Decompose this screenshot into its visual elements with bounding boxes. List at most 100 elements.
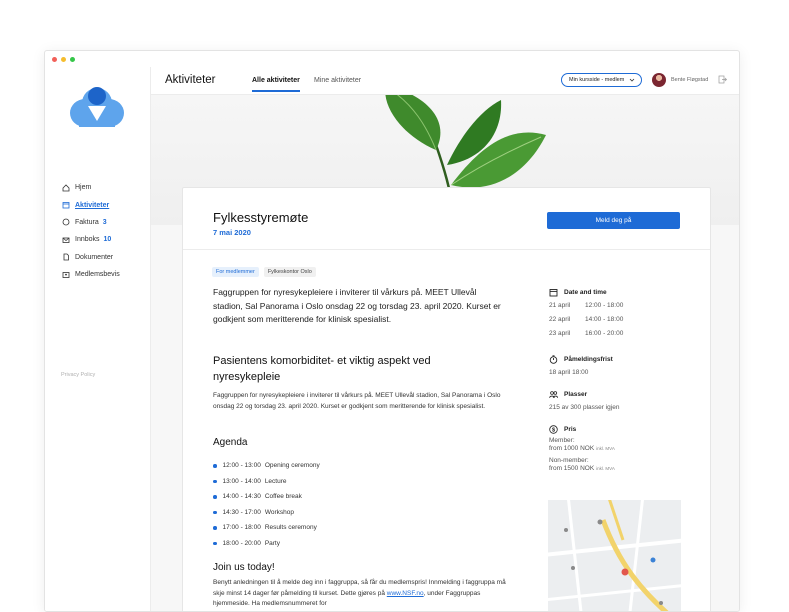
- seats-value: 215 av 300 plasser igjen: [549, 404, 620, 411]
- date-row: 23 april 16:00 - 20:00: [549, 330, 623, 337]
- page-title: Aktiviteter: [165, 74, 216, 86]
- agenda-label: Results ceremony: [264, 524, 317, 532]
- bullet-icon: [213, 464, 217, 468]
- chevron-down-icon: [629, 78, 635, 82]
- event-tags: For medlemmer Fylkeskontor Oslo: [212, 267, 316, 277]
- date-time-section: Date and time 21 april 12:00 - 18:00 22 a…: [549, 287, 623, 338]
- nonmember-price: from 1500 NOK: [549, 465, 595, 472]
- window-titlebar: [45, 51, 739, 67]
- member-label: Member:: [549, 437, 575, 444]
- price-title: Pris: [564, 425, 577, 433]
- card-divider: [183, 249, 710, 250]
- sidebar-item-label: Hjem: [75, 184, 92, 192]
- bullet-icon: [213, 510, 217, 514]
- sidebar-item-label: Faktura: [75, 218, 99, 226]
- bullet-icon: [213, 479, 217, 483]
- calendar-icon: [549, 288, 558, 297]
- agenda-title: Agenda: [213, 437, 248, 448]
- deadline-value: 18 april 18:00: [549, 369, 589, 376]
- app-window: Hjem Aktiviteter Faktura 3 Innboks 10 Do…: [44, 50, 740, 612]
- sidebar-item-dokumenter[interactable]: Dokumenter: [62, 249, 150, 266]
- date-row: 22 april 14:00 - 18:00: [549, 316, 623, 323]
- course-select-value: Min kursside - medlem: [569, 77, 625, 83]
- agenda-item: 12:00 - 13:00 Opening ceremony: [213, 458, 320, 474]
- event-paragraph: Faggruppen for nyresykepleiere i inviter…: [213, 392, 501, 410]
- sidebar-item-label: Aktiviteter: [75, 201, 110, 209]
- join-title: Join us today!: [213, 562, 275, 573]
- user-name: Bente Fløgstad: [671, 77, 709, 83]
- member-price: from 1000 NOK: [549, 445, 595, 452]
- vat-note: inkl. MVA: [596, 446, 615, 451]
- svg-text:$: $: [552, 427, 555, 433]
- event-date: 7 mai 2020: [213, 228, 251, 237]
- agenda-time: 12:00 - 13:00: [222, 462, 261, 470]
- nonmember-label: Non-member:: [549, 457, 589, 464]
- bullet-icon: [213, 541, 217, 545]
- stopwatch-icon: [549, 354, 558, 364]
- agenda-time: 14:30 - 17:00: [222, 508, 261, 516]
- sidebar-item-innboks[interactable]: Innboks 10: [62, 231, 150, 248]
- sidebar-item-faktura[interactable]: Faktura 3: [62, 214, 150, 231]
- logout-icon[interactable]: [718, 75, 727, 84]
- sidebar: Hjem Aktiviteter Faktura 3 Innboks 10 Do…: [45, 67, 151, 611]
- inbox-count-badge: 10: [103, 236, 112, 244]
- agenda-time: 13:00 - 14:00: [222, 477, 261, 485]
- agenda-label: Opening ceremony: [264, 462, 320, 470]
- mail-icon: [62, 236, 70, 244]
- minimize-window-dot[interactable]: [61, 57, 66, 62]
- date-day: 22 april: [549, 316, 571, 323]
- agenda-time: 18:00 - 20:00: [222, 539, 261, 547]
- tag-members: For medlemmer: [212, 267, 259, 277]
- join-text: Benytt anledningen til å melde deg inn i…: [213, 578, 507, 610]
- deadline-section: Påmeldingsfrist 18 april 18:00: [549, 354, 613, 376]
- tag-office: Fylkeskontor Oslo: [263, 267, 316, 277]
- sidebar-item-label: Dokumenter: [75, 253, 114, 261]
- date-row: 21 april 12:00 - 18:00: [549, 302, 623, 309]
- location-map[interactable]: [548, 500, 681, 611]
- date-day: 23 april: [549, 330, 571, 337]
- id-card-icon: [62, 271, 70, 279]
- sidebar-item-hjem[interactable]: Hjem: [62, 179, 150, 196]
- home-icon: [62, 184, 70, 192]
- invoice-count-badge: 3: [102, 218, 107, 226]
- sidebar-nav: Hjem Aktiviteter Faktura 3 Innboks 10 Do…: [62, 179, 150, 283]
- event-intro: Faggruppen for nyresykepleiere i inviter…: [213, 287, 501, 324]
- tab-mine-aktiviteter[interactable]: Mine aktiviteter: [314, 77, 361, 90]
- member-price-row: from 1000 NOK inkl. MVA: [549, 445, 615, 452]
- event-subtitle: Pasientens komorbiditet- et viktig aspek…: [213, 355, 431, 383]
- date-time: 16:00 - 20:00: [585, 330, 624, 337]
- signup-button[interactable]: Meld deg på: [547, 212, 680, 229]
- tab-alle-aktiviteter[interactable]: Alle aktiviteter: [252, 77, 300, 92]
- privacy-policy-link[interactable]: Privacy Policy: [61, 372, 95, 378]
- date-time-title: Date and time: [564, 288, 607, 296]
- agenda-item: 13:00 - 14:00 Lecture: [213, 474, 320, 490]
- maximize-window-dot[interactable]: [70, 57, 75, 62]
- agenda-label: Lecture: [264, 477, 287, 485]
- seats-title: Plasser: [564, 390, 588, 398]
- nonmember-price-row: from 1500 NOK inkl. MVA: [549, 465, 615, 472]
- dollar-icon: $: [549, 424, 558, 434]
- course-select[interactable]: Min kursside - medlem: [561, 73, 642, 87]
- agenda-label: Party: [264, 539, 280, 547]
- vat-note: inkl. MVA: [596, 466, 615, 471]
- date-time: 12:00 - 18:00: [585, 302, 624, 309]
- calendar-icon: [62, 201, 70, 209]
- nsf-link[interactable]: www.NSF.no: [387, 590, 424, 597]
- agenda-item: 14:00 - 14:30 Coffee break: [213, 489, 320, 505]
- document-icon: [62, 253, 70, 261]
- close-window-dot[interactable]: [52, 57, 57, 62]
- agenda-item: 14:30 - 17:00 Workshop: [213, 505, 320, 521]
- avatar[interactable]: [652, 73, 666, 87]
- top-bar: Aktiviteter Alle aktiviteter Mine aktivi…: [151, 67, 739, 95]
- date-day: 21 april: [549, 302, 571, 309]
- date-time: 14:00 - 18:00: [585, 316, 624, 323]
- price-section: $ Pris Member: from 1000 NOK inkl. MVA Non…: [549, 424, 615, 472]
- agenda-time: 14:00 - 14:30: [222, 493, 261, 501]
- agenda-label: Coffee break: [264, 493, 302, 501]
- logo-icon[interactable]: [69, 85, 125, 131]
- agenda-item: 17:00 - 18:00 Results ceremony: [213, 520, 320, 536]
- agenda-label: Workshop: [264, 508, 294, 516]
- sidebar-item-aktiviteter[interactable]: Aktiviteter: [62, 196, 150, 213]
- event-card: Fylkesstyremøte 7 mai 2020 Meld deg på F…: [182, 187, 711, 611]
- sidebar-item-medlemsbevis[interactable]: Medlemsbevis: [62, 266, 150, 283]
